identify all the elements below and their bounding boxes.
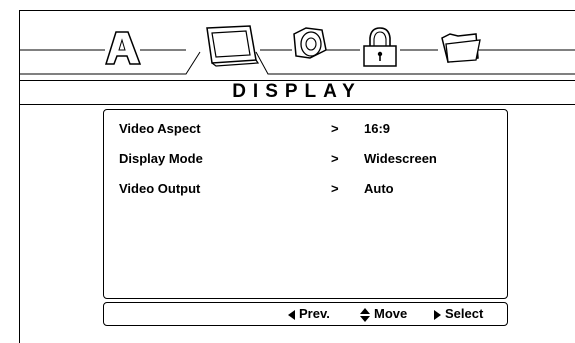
menu-item-display-mode[interactable]: Display Mode > Widescreen — [104, 150, 507, 168]
menu-item-label: Video Output — [119, 181, 201, 196]
navigation-help-bar: Prev. Move Select — [103, 302, 508, 326]
menu-item-video-aspect[interactable]: Video Aspect > 16:9 — [104, 120, 507, 138]
letter-a-icon[interactable] — [104, 31, 142, 65]
title-bar-bottom-rule — [19, 104, 575, 105]
select-hint: Select — [434, 303, 483, 325]
up-down-arrows-icon — [360, 307, 370, 322]
move-hint: Move — [360, 303, 407, 325]
submenu-arrow: > — [331, 121, 339, 136]
padlock-icon[interactable] — [363, 27, 397, 67]
menu-item-value: 16:9 — [364, 121, 391, 136]
triangle-right-icon — [434, 309, 441, 320]
speaker-icon[interactable] — [293, 27, 327, 59]
select-hint-label: Select — [445, 306, 484, 321]
menu-item-video-output[interactable]: Video Output > Auto — [104, 180, 507, 198]
menu-item-label: Video Aspect — [119, 121, 201, 136]
prev-hint: Prev. — [288, 303, 330, 325]
menu-item-value: Widescreen — [364, 151, 437, 166]
folder-icon[interactable] — [441, 33, 481, 63]
submenu-arrow: > — [331, 151, 339, 166]
prev-hint-label: Prev. — [299, 306, 330, 321]
move-hint-label: Move — [374, 306, 408, 321]
menu-item-value: Auto — [364, 181, 394, 196]
settings-panel: Video Aspect > 16:9 Display Mode > Wides… — [103, 109, 508, 299]
menu-item-label: Display Mode — [119, 151, 203, 166]
page-title: DISPLAY — [232, 81, 362, 102]
monitor-icon[interactable] — [206, 25, 260, 67]
submenu-arrow: > — [331, 181, 339, 196]
triangle-left-icon — [288, 309, 295, 320]
